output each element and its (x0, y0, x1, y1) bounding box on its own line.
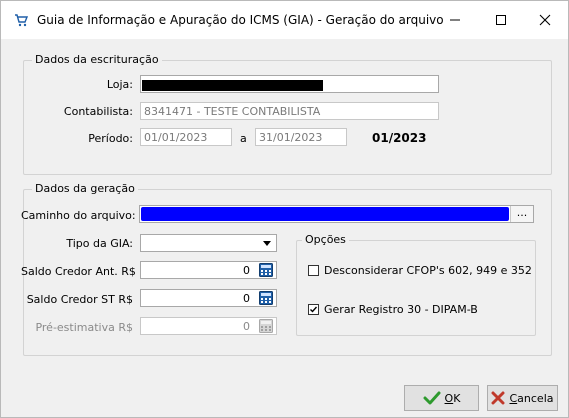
periodo-referencia: 01/2023 (372, 131, 427, 145)
pre-estimativa-value: 0 (243, 320, 250, 333)
tipo-gia-select[interactable] (140, 234, 277, 252)
opcoes-group: Opções (296, 233, 536, 336)
saldo-credor-ant-label: Saldo Credor Ant. R$ (21, 265, 136, 278)
saldo-credor-ant-value: 0 (243, 264, 250, 277)
tipo-gia-label: Tipo da GIA: (66, 237, 133, 250)
chevron-down-icon (259, 236, 274, 250)
desconsiderar-checkbox[interactable] (308, 265, 319, 276)
cancel-button[interactable]: Cancela (487, 385, 558, 411)
caminho-value-highlight (141, 207, 509, 221)
periodo-inicio-field[interactable]: 01/01/2023 (140, 128, 232, 146)
dialog-window: Guia de Informação e Apuração do ICMS (G… (0, 0, 569, 418)
loja-redaction (142, 80, 323, 91)
loja-field[interactable] (140, 75, 439, 93)
calculator-icon[interactable] (259, 263, 273, 277)
pre-estimativa-field[interactable]: 0 (140, 317, 277, 335)
calculator-icon[interactable] (259, 291, 273, 305)
gerar-registro-checkbox[interactable] (308, 304, 319, 315)
saldo-credor-st-label: Saldo Credor ST R$ (26, 293, 133, 306)
close-button[interactable] (522, 1, 568, 39)
minimize-icon (450, 19, 460, 21)
periodo-fim-field[interactable]: 31/01/2023 (255, 128, 347, 146)
minimize-button[interactable] (432, 1, 478, 39)
saldo-credor-ant-field[interactable]: 0 (140, 261, 277, 279)
loja-label: Loja: (106, 78, 133, 91)
cart-icon (15, 14, 28, 27)
ok-label: OK (444, 391, 461, 405)
calculator-icon (259, 319, 273, 333)
gerar-registro-label[interactable]: Gerar Registro 30 - DIPAM-B (324, 303, 478, 316)
cancel-label: Cancela (509, 391, 554, 405)
checkmark-icon (310, 306, 318, 313)
title-bar: Guia de Informação e Apuração do ICMS (G… (1, 1, 568, 39)
geracao-legend: Dados da geração (32, 182, 138, 195)
maximize-icon (496, 15, 506, 25)
x-icon (491, 391, 505, 405)
checkmark-icon (423, 391, 441, 405)
ok-button[interactable]: OK (404, 385, 479, 411)
contabilista-label: Contabilista: (63, 105, 133, 118)
browse-button[interactable]: ... (510, 206, 533, 222)
window-title: Guia de Informação e Apuração do ICMS (G… (37, 13, 444, 27)
contabilista-field[interactable]: 8341471 - TESTE CONTABILISTA (140, 102, 439, 120)
maximize-button[interactable] (478, 1, 524, 39)
pre-estimativa-label: Pré-estimativa R$ (35, 321, 133, 334)
close-icon (539, 14, 551, 26)
caminho-field[interactable]: ... (139, 205, 534, 223)
desconsiderar-label[interactable]: Desconsiderar CFOP's 602, 949 e 352 (324, 264, 532, 277)
opcoes-legend: Opções (302, 233, 349, 246)
caminho-label: Caminho do arquivo: (21, 209, 136, 222)
saldo-credor-st-value: 0 (243, 292, 250, 305)
saldo-credor-st-field[interactable]: 0 (140, 289, 277, 307)
periodo-separator: a (240, 132, 247, 145)
escrituracao-legend: Dados da escrituração (32, 53, 162, 66)
periodo-label: Período: (88, 132, 133, 145)
